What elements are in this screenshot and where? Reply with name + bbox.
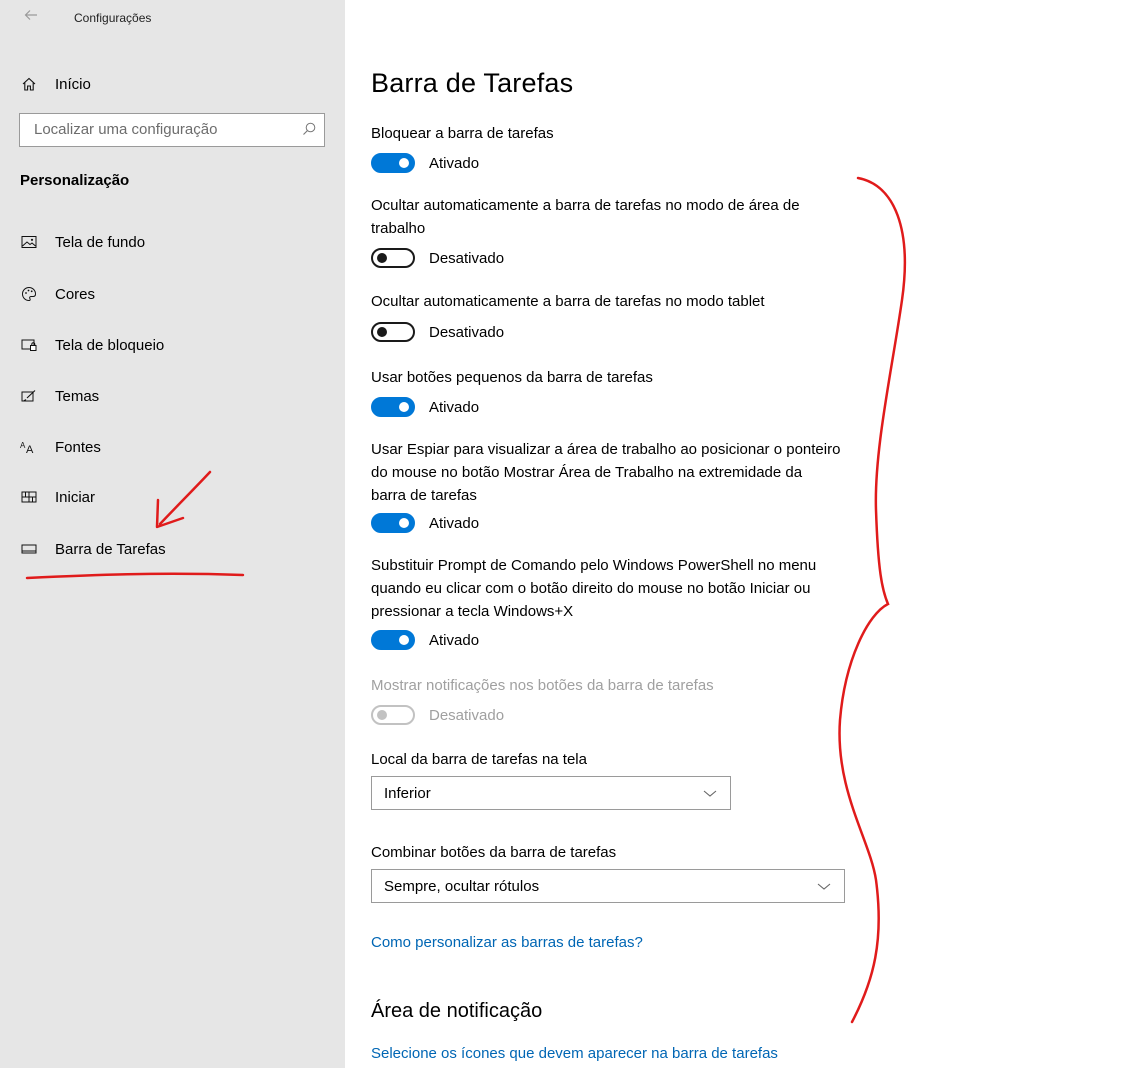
setting-label-badges: Mostrar notificações nos botões da barra… <box>371 677 714 694</box>
toggle-row-lock-taskbar: Ativado <box>371 152 479 174</box>
sidebar-item-colors[interactable]: Cores <box>20 279 320 309</box>
powershell-toggle[interactable] <box>371 630 415 650</box>
autohide-tablet-toggle[interactable] <box>371 322 415 342</box>
toggle-knob <box>399 402 409 412</box>
sidebar-item-lock-screen[interactable]: Tela de bloqueio <box>20 330 320 360</box>
toggle-row-badges: Desativado <box>371 704 504 726</box>
sidebar-item-themes[interactable]: Temas <box>20 381 320 411</box>
start-grid-icon <box>20 488 38 506</box>
setting-label-peek: Usar Espiar para visualizar a área de tr… <box>371 441 841 504</box>
badges-toggle <box>371 705 415 725</box>
chevron-down-icon <box>814 876 834 896</box>
combine-dropdown[interactable]: Sempre, ocultar rótulos <box>371 869 845 903</box>
taskbar-icon <box>20 540 38 558</box>
toggle-row-peek: Ativado <box>371 512 479 534</box>
toggle-knob <box>399 518 409 528</box>
notification-area-title: Área de notificação <box>371 1000 543 1022</box>
back-arrow-icon[interactable] <box>24 8 38 27</box>
svg-text:A: A <box>26 444 34 454</box>
sidebar-item-background[interactable]: Tela de fundo <box>20 227 320 257</box>
peek-toggle[interactable] <box>371 513 415 533</box>
sidebar-item-label: Tela de bloqueio <box>55 336 165 354</box>
toggle-row-powershell: Ativado <box>371 629 479 651</box>
sidebar: Configurações Início Personalização Tela… <box>0 0 345 1068</box>
sidebar-item-start[interactable]: Iniciar <box>20 482 320 512</box>
help-link[interactable]: Como personalizar as barras de tarefas? <box>371 934 643 951</box>
sidebar-item-label: Início <box>55 75 91 93</box>
sidebar-item-taskbar[interactable]: Barra de Tarefas <box>20 534 320 564</box>
toggle-knob <box>377 253 387 263</box>
chevron-down-icon <box>700 783 720 803</box>
setting-label-lock-taskbar: Bloquear a barra de tarefas <box>371 125 554 142</box>
app-title: Configurações <box>74 11 152 25</box>
sidebar-item-label: Tela de fundo <box>55 233 146 251</box>
toggle-knob <box>377 327 387 337</box>
sidebar-item-label: Cores <box>55 285 96 303</box>
notification-icons-link[interactable]: Selecione os ícones que devem aparecer n… <box>371 1045 778 1062</box>
title-bar: Configurações <box>0 0 345 40</box>
setting-label-powershell: Substituir Prompt de Comando pelo Window… <box>371 557 817 620</box>
lock-screen-icon <box>20 336 38 354</box>
toggle-knob <box>399 158 409 168</box>
toggle-knob <box>377 710 387 720</box>
combine-value: Sempre, ocultar rótulos <box>384 877 540 895</box>
small-buttons-toggle[interactable] <box>371 397 415 417</box>
sidebar-item-label: Barra de Tarefas <box>55 540 166 558</box>
toggle-state-label: Ativado <box>429 154 480 172</box>
toggle-row-small-buttons: Ativado <box>371 396 479 418</box>
setting-label-autohide-tablet: Ocultar automaticamente a barra de taref… <box>371 293 765 310</box>
toggle-state-label: Desativado <box>429 323 505 341</box>
setting-label-autohide-desktop: Ocultar automaticamente a barra de taref… <box>371 197 800 237</box>
sidebar-item-home[interactable]: Início <box>20 70 91 98</box>
toggle-state-label: Ativado <box>429 398 480 416</box>
location-value: Inferior <box>384 784 431 802</box>
font-icon: AA <box>20 438 38 456</box>
sidebar-item-label: Fontes <box>55 438 101 456</box>
main-content: Barra de Tarefas Bloquear a barra de tar… <box>345 0 1143 1068</box>
toggle-state-label: Ativado <box>429 631 480 649</box>
brush-icon <box>20 387 38 405</box>
page-title: Barra de Tarefas <box>371 68 574 98</box>
home-icon <box>20 75 38 93</box>
sidebar-item-label: Temas <box>55 387 100 405</box>
location-label: Local da barra de tarefas na tela <box>371 751 587 768</box>
search-icon[interactable] <box>300 120 318 138</box>
setting-label-small-buttons: Usar botões pequenos da barra de tarefas <box>371 369 653 386</box>
location-dropdown[interactable]: Inferior <box>371 776 731 810</box>
toggle-row-autohide-desktop: Desativado <box>371 247 504 269</box>
search-box[interactable] <box>19 113 325 147</box>
picture-icon <box>20 233 38 251</box>
toggle-state-label: Desativado <box>429 706 505 724</box>
search-input[interactable] <box>20 114 294 144</box>
sidebar-item-label: Iniciar <box>55 488 96 506</box>
toggle-knob <box>399 635 409 645</box>
sidebar-item-fonts[interactable]: AA Fontes <box>20 432 320 462</box>
autohide-desktop-toggle[interactable] <box>371 248 415 268</box>
toggle-row-autohide-tablet: Desativado <box>371 321 504 343</box>
lock-taskbar-toggle[interactable] <box>371 153 415 173</box>
section-title: Personalização <box>20 172 130 189</box>
toggle-state-label: Ativado <box>429 514 480 532</box>
combine-label: Combinar botões da barra de tarefas <box>371 844 617 861</box>
toggle-state-label: Desativado <box>429 249 505 267</box>
palette-icon <box>20 285 38 303</box>
